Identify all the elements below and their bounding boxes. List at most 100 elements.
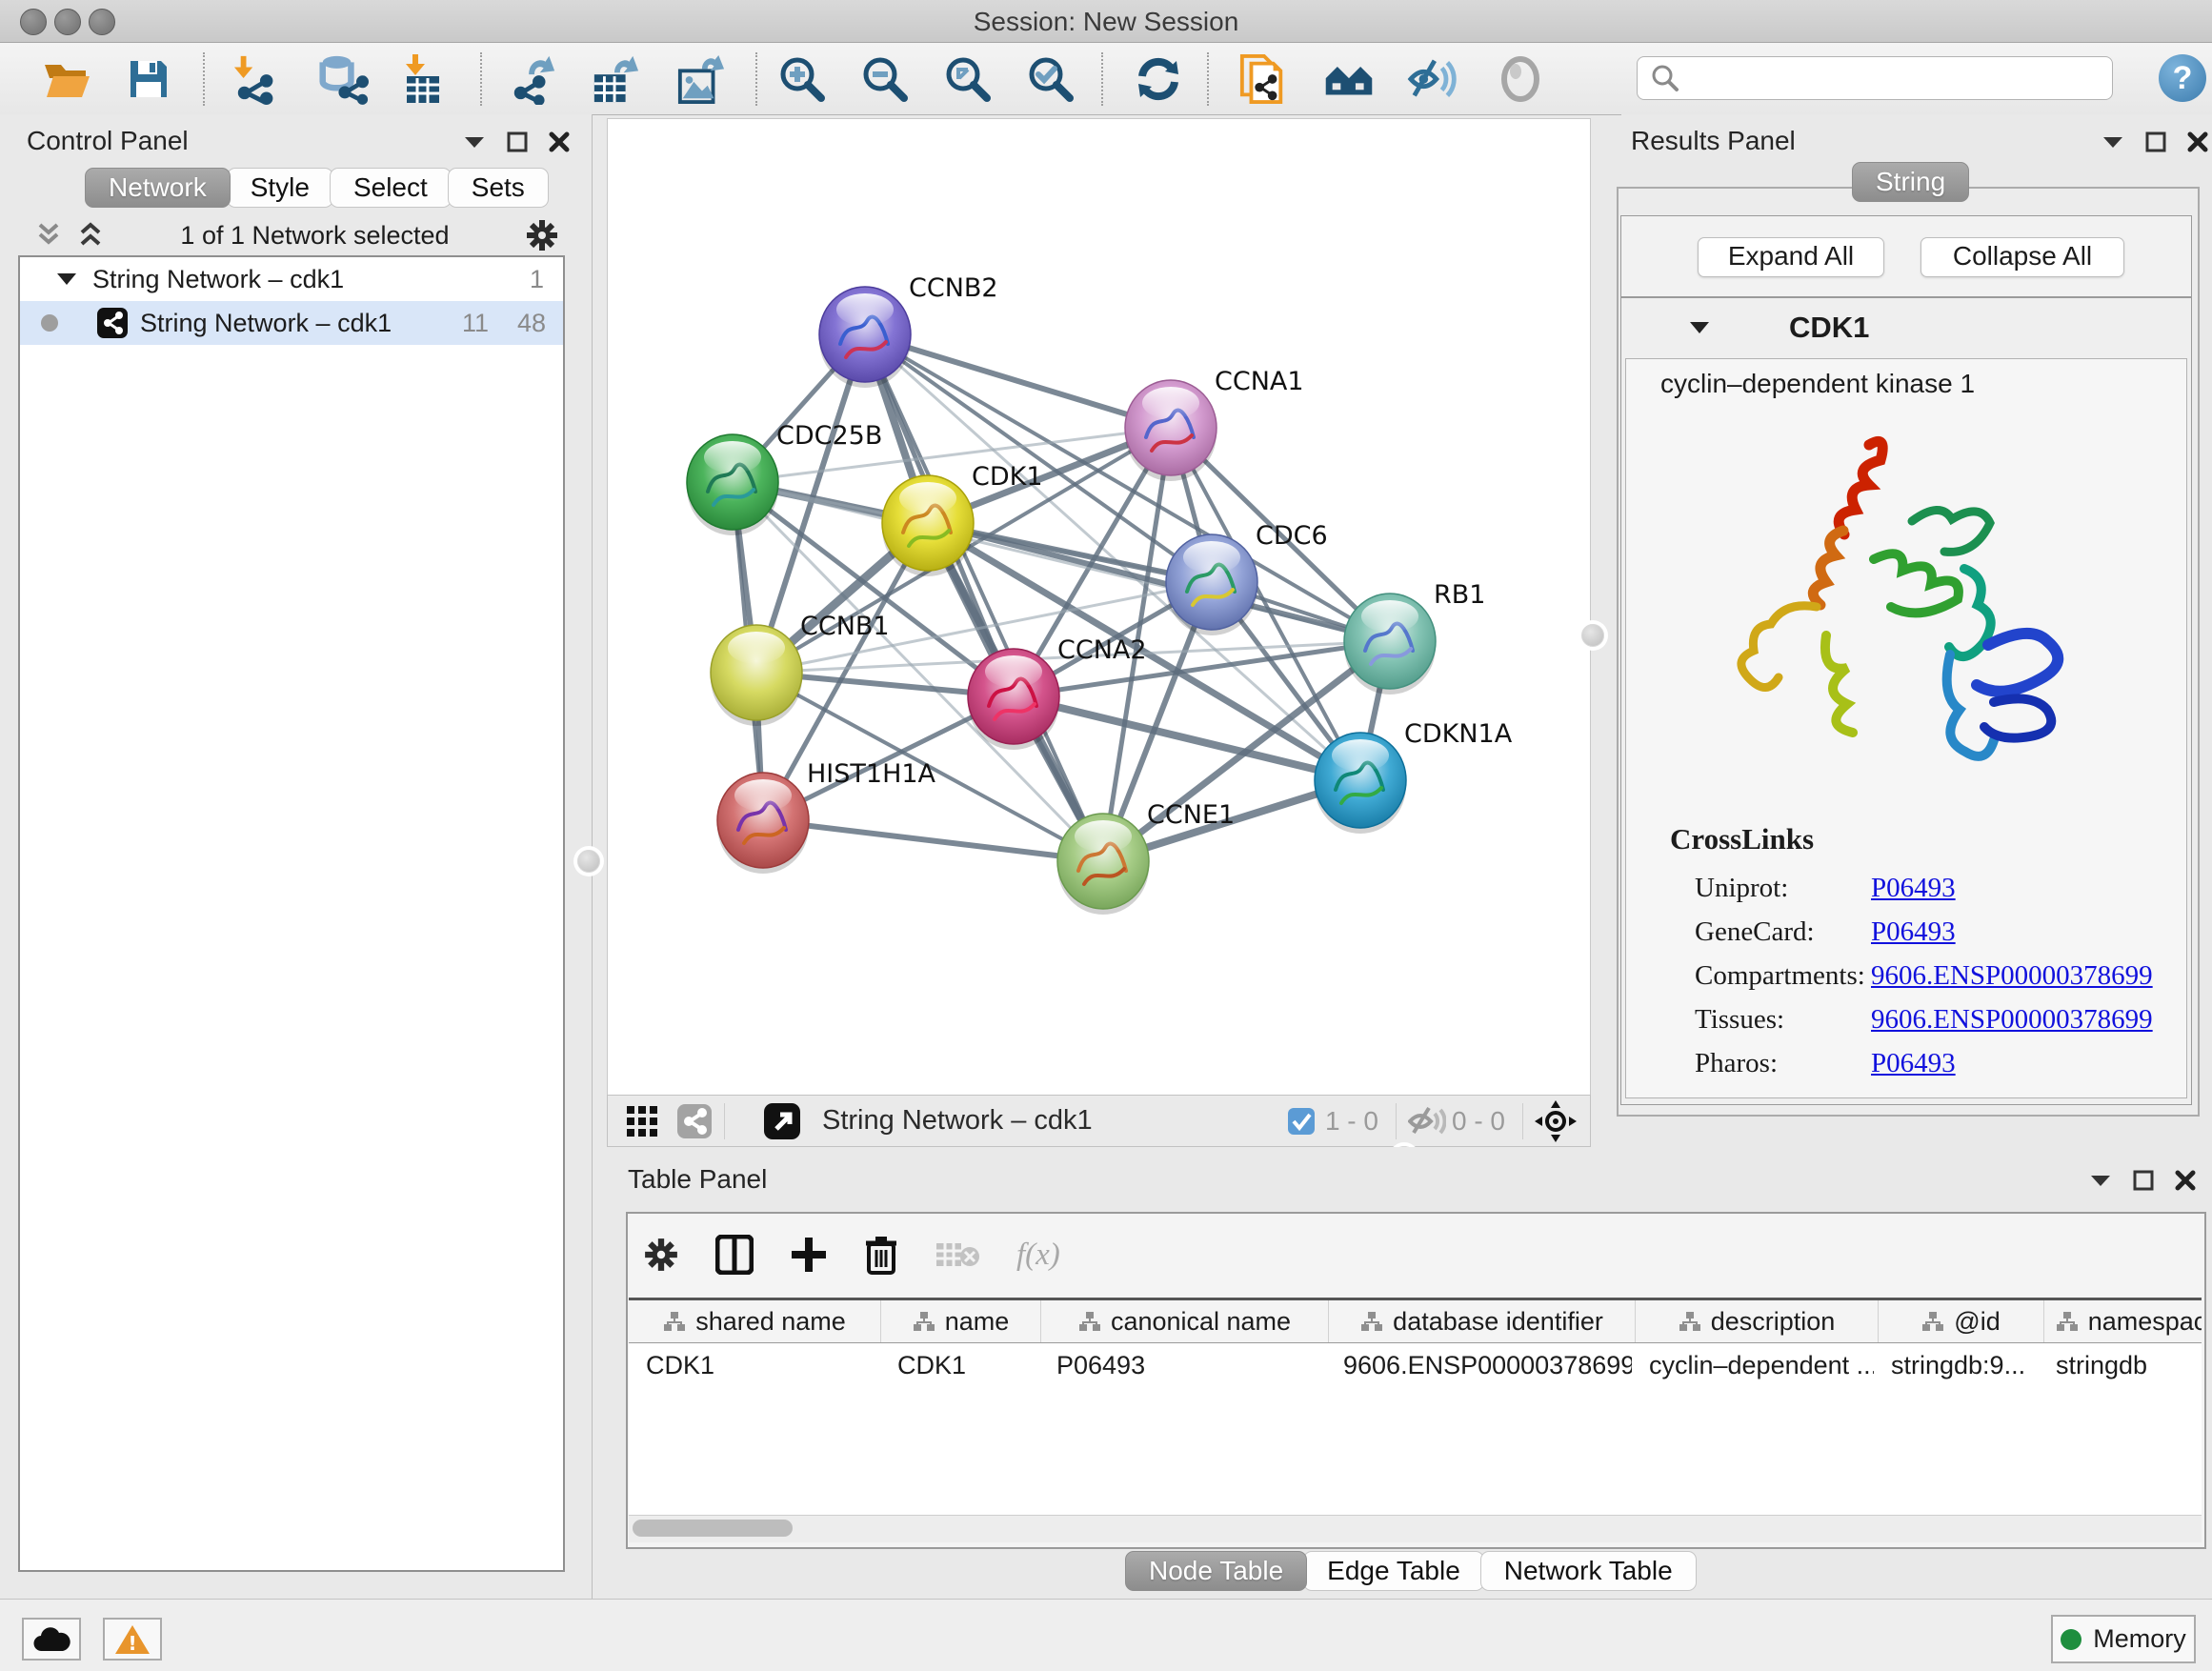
- hide-glass-button[interactable]: [1407, 54, 1457, 104]
- table-cell[interactable]: stringdb:9...: [1874, 1343, 2039, 1387]
- network-graph[interactable]: CCNB2CCNA1CDC25BCDK1CDC6RB1CCNB1CCNA2CDK…: [608, 119, 1590, 1096]
- float-panel-icon[interactable]: [507, 131, 528, 152]
- tab-string[interactable]: String: [1852, 162, 1969, 202]
- node-CCNB1[interactable]: CCNB1: [711, 612, 890, 726]
- tab-node-table[interactable]: Node Table: [1125, 1551, 1307, 1591]
- column-header-namespac[interactable]: namespac: [2044, 1300, 2202, 1342]
- edge-HIST1H1A-CCNE1[interactable]: [763, 820, 1103, 861]
- table-cell[interactable]: stringdb: [2039, 1343, 2202, 1387]
- panel-menu-icon[interactable]: [2101, 134, 2124, 150]
- node-CDKN1A[interactable]: CDKN1A: [1315, 719, 1513, 834]
- close-panel-icon[interactable]: [2187, 131, 2208, 152]
- float-panel-icon[interactable]: [2145, 131, 2166, 152]
- node-CCNE1[interactable]: CCNE1: [1057, 800, 1235, 915]
- show-columns-icon[interactable]: [715, 1235, 754, 1275]
- eye-slash-icon: [1407, 56, 1457, 102]
- show-glass-button[interactable]: [1496, 54, 1545, 104]
- column-header-label: @id: [1954, 1307, 2000, 1337]
- fit-content-crosshair-icon[interactable]: [1535, 1100, 1577, 1142]
- float-panel-icon[interactable]: [2133, 1170, 2154, 1191]
- gear-icon[interactable]: [525, 218, 559, 252]
- column-header--id[interactable]: @id: [1879, 1300, 2044, 1342]
- column-header-shared-name[interactable]: shared name: [629, 1300, 881, 1342]
- open-session-button[interactable]: [42, 54, 91, 104]
- export-image-button[interactable]: [676, 54, 726, 104]
- close-panel-icon[interactable]: [549, 131, 570, 152]
- tab-select[interactable]: Select: [330, 168, 452, 208]
- table-hscrollbar[interactable]: [629, 1515, 2202, 1542]
- table-row[interactable]: CDK1CDK1P064939606.ENSP00000378699cyclin…: [629, 1343, 2202, 1387]
- hscrollbar-thumb[interactable]: [633, 1520, 793, 1537]
- node-CCNB2[interactable]: CCNB2: [819, 273, 998, 388]
- panel-menu-icon[interactable]: [2089, 1173, 2112, 1188]
- save-session-button[interactable]: [124, 54, 173, 104]
- expand-all-button[interactable]: Expand All: [1698, 237, 1884, 277]
- zoom-in-button[interactable]: [777, 54, 827, 104]
- node-CCNA2[interactable]: CCNA2: [968, 635, 1147, 750]
- column-header-name[interactable]: name: [881, 1300, 1041, 1342]
- right-splitter-grip[interactable]: [1581, 624, 1604, 647]
- panel-menu-icon[interactable]: [463, 134, 486, 150]
- crosslink-link[interactable]: 9606.ENSP00000378699: [1871, 1004, 2153, 1036]
- crosslink-link[interactable]: P06493: [1871, 916, 1956, 948]
- table-cell[interactable]: P06493: [1039, 1343, 1326, 1387]
- tab-network[interactable]: Network: [85, 168, 231, 208]
- zoom-fit-button[interactable]: [943, 54, 993, 104]
- crosslink-link[interactable]: P06493: [1871, 1048, 1956, 1079]
- left-splitter-grip[interactable]: [577, 850, 600, 873]
- network-view-share-icon[interactable]: [676, 1103, 713, 1139]
- add-column-icon[interactable]: [790, 1236, 828, 1274]
- crosslink-link[interactable]: 9606.ENSP00000378699: [1871, 960, 2153, 992]
- refresh-button[interactable]: [1134, 54, 1183, 104]
- import-network-file-button[interactable]: [233, 54, 283, 104]
- node-RB1[interactable]: RB1: [1344, 580, 1485, 695]
- crosslink-row: Uniprot:P06493: [1695, 866, 2153, 910]
- tab-edge-table[interactable]: Edge Table: [1303, 1551, 1484, 1591]
- section-expanded-icon[interactable]: [1688, 320, 1711, 335]
- delete-column-icon[interactable]: [864, 1235, 898, 1275]
- edge-CCNB2-CCNA1[interactable]: [865, 334, 1171, 428]
- tab-network-table[interactable]: Network Table: [1480, 1551, 1697, 1591]
- gene-section-header[interactable]: CDK1: [1621, 298, 2191, 357]
- network-view-toolbar: String Network – cdk1 1 - 0 0 - 0: [607, 1095, 1591, 1147]
- column-header-database-identifier[interactable]: database identifier: [1329, 1300, 1636, 1342]
- expand-all-icon[interactable]: [76, 221, 105, 250]
- import-network-database-button[interactable]: [319, 54, 369, 104]
- selected-nodes-checkbox[interactable]: [1287, 1107, 1316, 1136]
- node-CDC25B[interactable]: CDC25B: [687, 421, 882, 535]
- tab-style[interactable]: Style: [227, 168, 333, 208]
- column-header-description[interactable]: description: [1636, 1300, 1879, 1342]
- network-canvas[interactable]: CCNB2CCNA1CDC25BCDK1CDC6RB1CCNB1CCNA2CDK…: [607, 118, 1591, 1097]
- close-panel-icon[interactable]: [2175, 1170, 2196, 1191]
- table-cell[interactable]: CDK1: [880, 1343, 1039, 1387]
- network-row[interactable]: String Network – cdk1 11 48: [20, 301, 563, 345]
- crosslink-link[interactable]: P06493: [1871, 873, 1956, 904]
- collapse-all-icon[interactable]: [34, 221, 63, 250]
- column-header-canonical-name[interactable]: canonical name: [1041, 1300, 1329, 1342]
- search-input[interactable]: [1687, 63, 2112, 94]
- zoom-out-button[interactable]: [860, 54, 910, 104]
- memory-button[interactable]: Memory: [2051, 1615, 2196, 1663]
- table-gear-icon[interactable]: [643, 1237, 679, 1273]
- export-network-button[interactable]: [509, 54, 558, 104]
- table-cell[interactable]: CDK1: [629, 1343, 880, 1387]
- warning-status-button[interactable]: !: [103, 1618, 162, 1661]
- node-CCNA1[interactable]: CCNA1: [1125, 367, 1304, 481]
- network-collection-row[interactable]: String Network – cdk1 1: [20, 257, 563, 301]
- node-HIST1H1A[interactable]: HIST1H1A: [717, 759, 936, 874]
- string-home-button[interactable]: [1324, 54, 1374, 104]
- column-header-label: canonical name: [1111, 1307, 1291, 1337]
- import-table-file-button[interactable]: [397, 54, 447, 104]
- tab-sets[interactable]: Sets: [448, 168, 549, 208]
- string-import-button[interactable]: [1238, 54, 1288, 104]
- detach-view-icon[interactable]: [763, 1102, 801, 1140]
- tree-expanded-icon[interactable]: [56, 272, 77, 287]
- cloud-status-button[interactable]: [22, 1618, 81, 1661]
- table-cell[interactable]: cyclin–dependent ...: [1632, 1343, 1874, 1387]
- zoom-selected-button[interactable]: [1026, 54, 1076, 104]
- collapse-all-button[interactable]: Collapse All: [1920, 237, 2124, 277]
- help-button[interactable]: ?: [2159, 54, 2206, 102]
- table-cell[interactable]: 9606.ENSP00000378699: [1326, 1343, 1632, 1387]
- export-table-button[interactable]: [591, 54, 640, 104]
- grid-view-icon[interactable]: [625, 1104, 659, 1138]
